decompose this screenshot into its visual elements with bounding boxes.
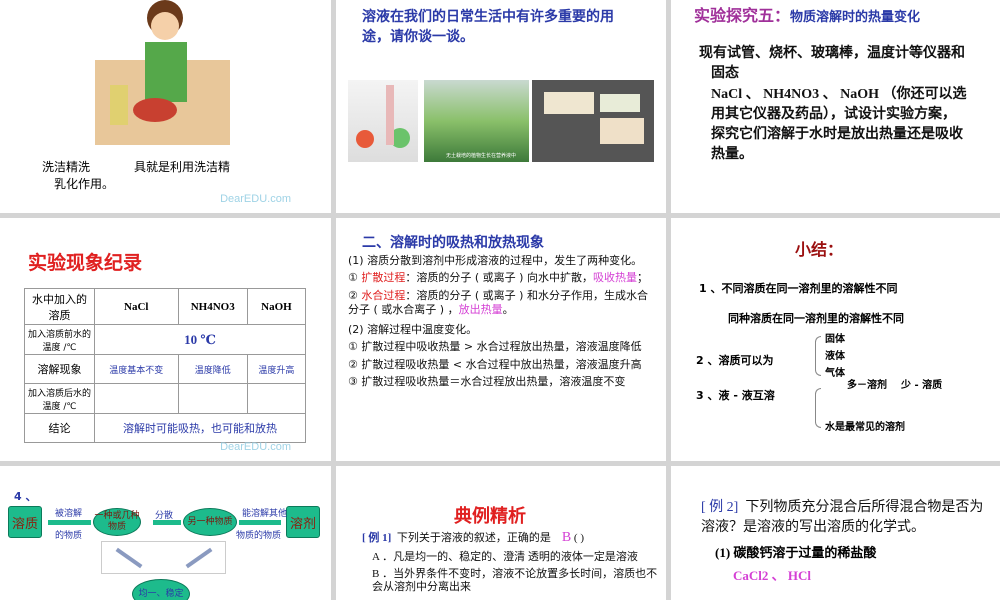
slide3-body: 现有试管、烧杯、玻璃棒，温度计等仪器和固态 NaCl 、 NH4NO3 、 Na… (699, 46, 967, 163)
solute-states: 固体 液体 气体 (825, 334, 845, 379)
slide-5[interactable]: 二、溶解时的吸热和放热现象 (1) 溶质分散到溶剂中形成溶液的过程中，发生了两种… (336, 218, 666, 461)
watermark: DearEDU.com (220, 441, 291, 453)
arrow-right (239, 520, 281, 525)
slide3-title: 实验探究五：物质溶解时的热量变化 (694, 6, 921, 25)
slide-2[interactable]: 溶液在我们的日常生活中有许多重要的用途，请你谈一谈。 无土栽培的植物生长在营养液… (336, 0, 666, 213)
slide-1[interactable]: 洗洁精洗 具就是利用洗洁精 乳化作用。 DearEDU.com (0, 0, 331, 213)
slide-9[interactable]: [ 例 2] 下列物质充分混合后所得混合物是否为溶液？是溶液的写出溶质的化学式。… (671, 466, 1000, 600)
slide-3[interactable]: 实验探究五：物质溶解时的热量变化 现有试管、烧杯、玻璃棒，温度计等仪器和固态 N… (671, 0, 1000, 213)
slide2-text: 溶液在我们的日常生活中有许多重要的用途，请你谈一谈。 (362, 9, 614, 45)
slide4-title: 实验现象纪录 (28, 252, 143, 274)
arrows-frame (101, 541, 226, 574)
solvent-box: 溶剂 (286, 506, 320, 538)
slide-7[interactable]: 4 、 溶质 溶剂 被溶解 的物质 一种或几种物质 分散 另一种物质 能溶解其他… (0, 466, 331, 600)
solute-box: 溶质 (8, 506, 42, 538)
experiment-table: 水中加入的溶质 NaCl NH4NO3 NaOH 加入溶质前水的温度 /℃ 10 ℃ 溶… (24, 288, 307, 443)
greenhouse-photo: 无土栽培的植物生长在营养液中 (424, 80, 529, 162)
watermark: DearEDU.com (220, 193, 291, 205)
slide8-title: 典例精析 (454, 506, 526, 527)
slide6-title: 小结： (795, 240, 844, 259)
dishwashing-illustration (95, 0, 230, 145)
slide5-body: (1) 溶质分散到溶剂中形成溶液的过程中，发生了两种变化。 ① 扩散过程：溶质的… (348, 254, 648, 389)
lab-glassware-photo (348, 80, 418, 162)
medicine-photo (532, 80, 654, 162)
slide-4[interactable]: 实验现象纪录 水中加入的溶质 NaCl NH4NO3 NaOH 加入溶质前水的温度 /… (0, 218, 331, 461)
arrow-disperse (153, 520, 181, 525)
slide-6[interactable]: 小结： 1 、不同溶质在同一溶剂里的溶解性不同 同种溶质在同一溶剂里的溶解性不同… (671, 218, 1000, 461)
slide1-text: 洗洁精洗 具就是利用洗洁精 乳化作用。 (42, 160, 231, 191)
example2: [ 例 2] 下列物质充分混合后所得混合物是否为溶液？是溶液的写出溶质的化学式。 (701, 500, 984, 535)
slide5-title: 二、溶解时的吸热和放热现象 (362, 235, 544, 251)
ellipse-substances: 一种或几种物质 (93, 508, 141, 536)
example1: [ 例 1] 下列关于溶液的叙述，正确的是 B ( ) A ．凡是均一的、稳定的… (362, 530, 658, 594)
arrow-left (48, 520, 91, 525)
ellipse-uniform: 均一、稳定 (132, 579, 190, 600)
ellipse-other: 另一种物质 (183, 508, 237, 536)
slide-8[interactable]: 典例精析 [ 例 1] 下列关于溶液的叙述，正确的是 B ( ) A ．凡是均一… (336, 466, 666, 600)
